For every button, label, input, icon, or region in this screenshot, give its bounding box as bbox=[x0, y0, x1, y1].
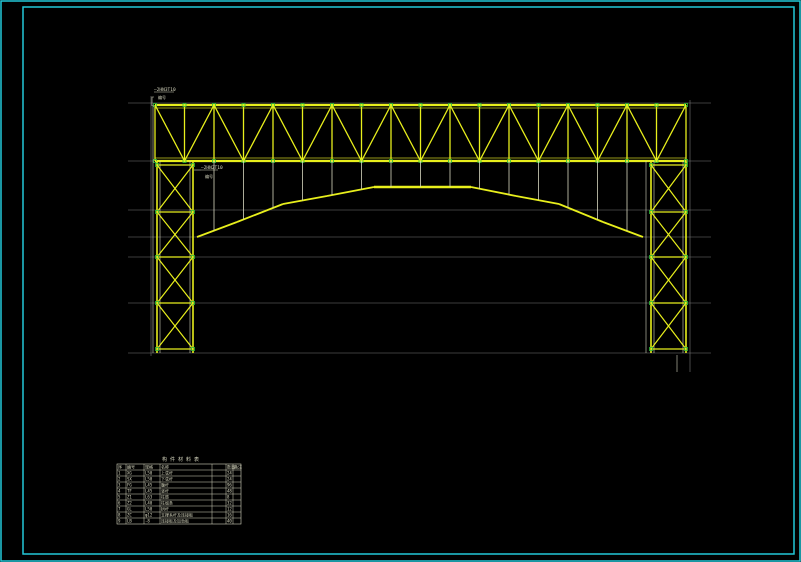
schedule-cell: 竖杆 bbox=[161, 488, 169, 494]
schedule-cell: 6 bbox=[118, 501, 121, 506]
schedule-header-cell: 备注 bbox=[234, 464, 242, 470]
schedule-cell: Z2 bbox=[127, 501, 132, 506]
material-schedule: 构 件 材 料 表 序编号 规格 名称 数量 备注1 XG L50 上弦杆 242 SX L50 下弦… bbox=[116, 456, 242, 525]
schedule-cell: 24 bbox=[227, 471, 232, 476]
schedule-cell: 支撑系杆及连接板 bbox=[161, 512, 193, 518]
schedule-cell: L63 bbox=[145, 495, 153, 500]
truss-diagonal bbox=[390, 104, 422, 162]
truss-diagonal bbox=[449, 104, 481, 162]
schedule-cell: 上弦杆 bbox=[161, 470, 173, 476]
schedule-cell: -8 bbox=[145, 519, 150, 524]
arch-segment bbox=[515, 195, 560, 205]
truss-diagonal bbox=[596, 104, 628, 162]
schedule-cell: 下弦杆 bbox=[161, 476, 173, 482]
truss-diagonal bbox=[419, 104, 451, 162]
schedule-cell: Z1 bbox=[127, 495, 132, 500]
truss-diagonal bbox=[183, 104, 215, 162]
truss-diagonal bbox=[508, 104, 540, 162]
schedule-cell: 柱肢 bbox=[161, 494, 169, 500]
schedule-cell: 32 bbox=[227, 501, 232, 506]
truss-diagonal bbox=[478, 104, 510, 162]
truss-diagonal bbox=[154, 104, 186, 162]
drawing-border bbox=[0, 0, 801, 562]
cad-drawing-canvas: —2HN3T10 编号 —2HN2T10 编号 构 件 材 料 表 序编号 规格名… bbox=[0, 0, 801, 562]
schedule-cell: 拱杆 bbox=[161, 506, 169, 512]
arch-segment bbox=[326, 186, 375, 197]
leader-top-label: —2HN3T10 bbox=[154, 87, 176, 93]
right-lattice-column bbox=[645, 161, 688, 372]
schedule-cell: 12 bbox=[227, 507, 232, 512]
schedule-cell: 柱缀条 bbox=[161, 500, 173, 506]
schedule-header-cell: 编号 bbox=[127, 464, 135, 470]
schedule-cell: 腹杆 bbox=[161, 482, 169, 488]
truss-diagonal bbox=[537, 104, 569, 162]
schedule-cell: L50 bbox=[145, 477, 153, 482]
schedule-cell: LB bbox=[127, 519, 132, 524]
leader-top-sub-label: 编号 bbox=[158, 94, 166, 100]
schedule-cell: GL bbox=[127, 507, 132, 512]
schedule-header-cell: 规格 bbox=[145, 464, 153, 470]
arch-segment bbox=[602, 221, 644, 238]
leader-mid-label: —2HN2T10 bbox=[201, 165, 223, 171]
schedule-cell: 4 bbox=[118, 489, 121, 494]
roof-truss bbox=[153, 103, 688, 163]
schedule-cell: L45 bbox=[145, 489, 153, 494]
truss-diagonal bbox=[567, 104, 599, 162]
schedule-cell: 8 bbox=[118, 513, 121, 518]
schedule-cell: 3 bbox=[118, 483, 121, 488]
truss-diagonal bbox=[272, 104, 304, 162]
schedule-cell: 连接板及加劲板 bbox=[161, 518, 189, 524]
schedule-cells: 序编号 规格 名称 数量 备注1 XG L50 上弦杆 242 SX L50 下弦杆 243 FG L45 腹… bbox=[118, 464, 242, 524]
reference-grid-lines bbox=[128, 96, 711, 372]
schedule-cell: XG bbox=[127, 471, 132, 476]
schedule-cell: 5 bbox=[118, 495, 121, 500]
schedule-cell: FG bbox=[127, 483, 132, 488]
truss-diagonal bbox=[331, 104, 363, 162]
schedule-cell: L50 bbox=[145, 507, 153, 512]
schedule-title: 构 件 材 料 表 bbox=[162, 456, 199, 463]
schedule-cell: 9 bbox=[118, 519, 121, 524]
truss-diagonal bbox=[626, 104, 658, 162]
schedule-cell: TF bbox=[127, 489, 132, 494]
schedule-cell: ZC bbox=[127, 513, 132, 518]
schedule-cell: 40 bbox=[227, 519, 232, 524]
schedule-cell: L40 bbox=[145, 501, 153, 506]
arch-segment bbox=[196, 221, 238, 238]
schedule-cell: 48 bbox=[227, 489, 232, 494]
left-lattice-column bbox=[152, 105, 195, 353]
leader-annotation-mid: —2HN2T10 编号 bbox=[194, 165, 223, 179]
truss-diagonal bbox=[655, 104, 687, 162]
truss-diagonal bbox=[242, 104, 274, 162]
arch-segment bbox=[282, 195, 328, 205]
schedule-cell: L50 bbox=[145, 471, 153, 476]
truss-diagonal bbox=[360, 104, 392, 162]
schedule-cell: 24 bbox=[227, 477, 232, 482]
schedule-cell: SX bbox=[127, 477, 132, 482]
schedule-cell: 96 bbox=[227, 483, 232, 488]
schedule-header-cell: 名称 bbox=[161, 464, 169, 470]
arch-segment bbox=[558, 203, 604, 223]
schedule-cell: 8 bbox=[227, 495, 230, 500]
leader-mid-sub-label: 编号 bbox=[205, 173, 213, 179]
truss-diagonal bbox=[301, 104, 333, 162]
schedule-cell: φ12 bbox=[145, 513, 153, 518]
schedule-cell: L45 bbox=[145, 483, 153, 488]
schedule-cell: 2 bbox=[118, 477, 121, 482]
schedule-cell: 1 bbox=[118, 471, 121, 476]
schedule-cell: 16 bbox=[227, 513, 232, 518]
truss-diagonal bbox=[213, 104, 245, 162]
arch-member bbox=[196, 161, 644, 238]
schedule-cell: 7 bbox=[118, 507, 121, 512]
schedule-header-cell: 序 bbox=[118, 464, 122, 470]
